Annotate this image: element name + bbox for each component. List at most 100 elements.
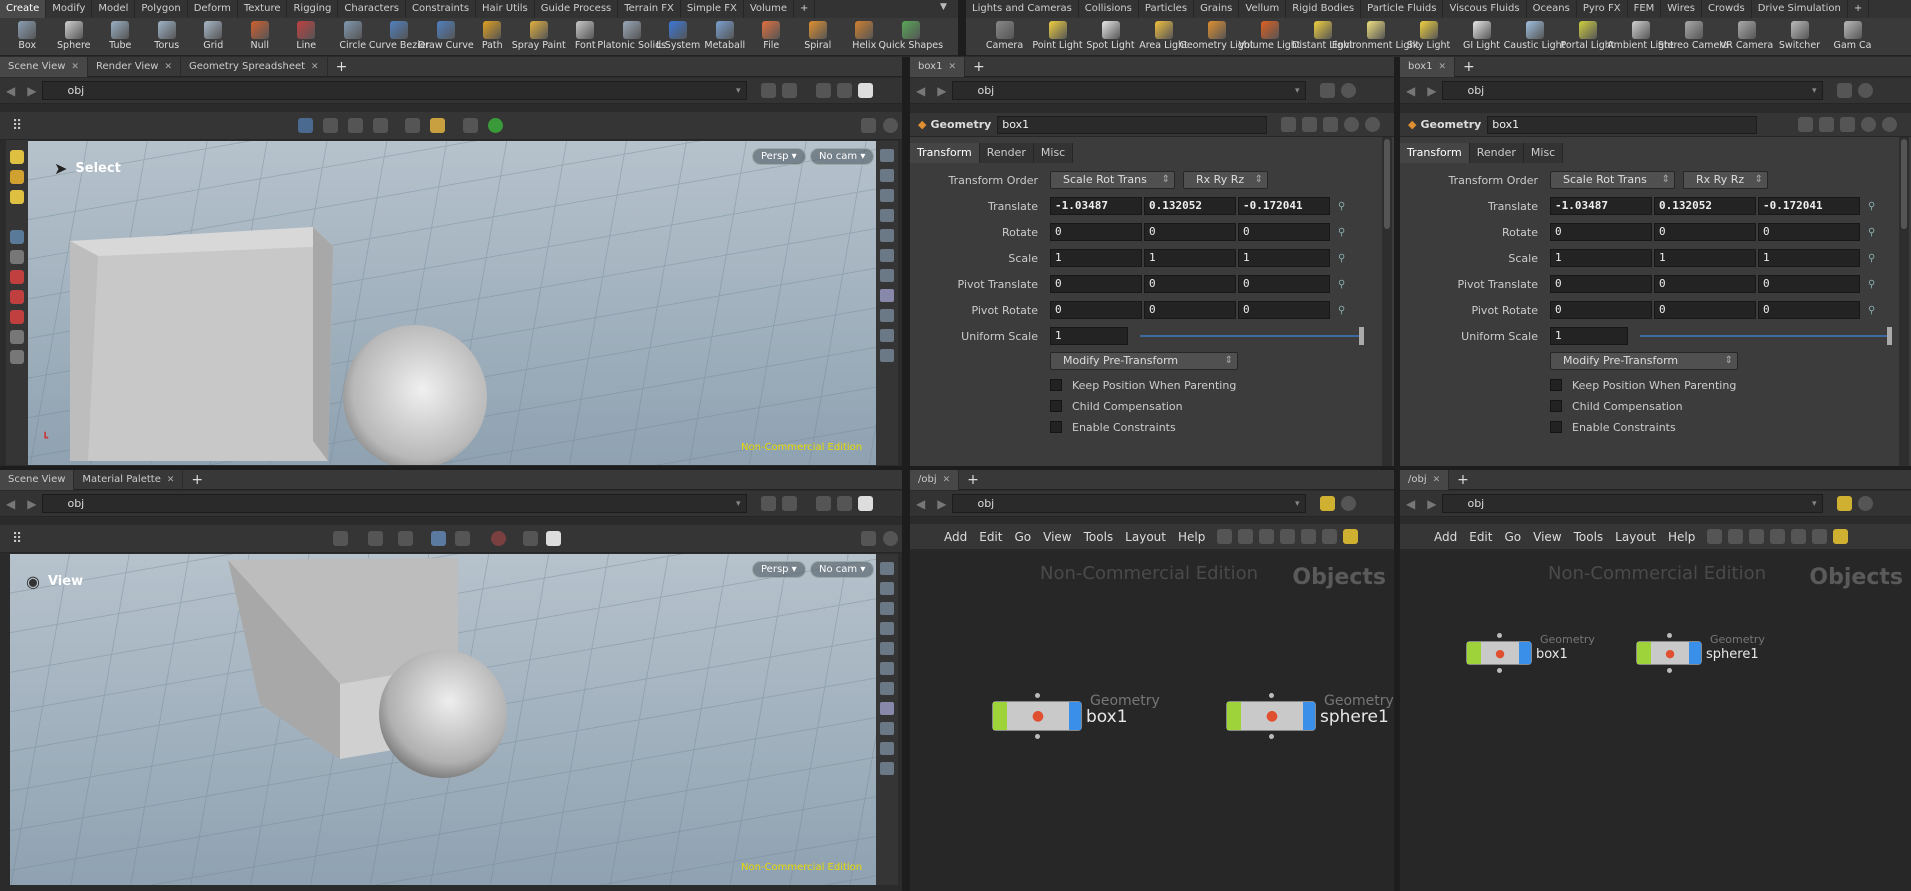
book-icon[interactable] [10,330,24,344]
channel-icon[interactable]: ⚲ [1868,201,1875,212]
uniform-scale-field[interactable]: 1 [1550,327,1628,345]
network-menu-item[interactable]: Go [1008,530,1037,544]
param-value-field[interactable]: 1 [1238,249,1330,267]
param-value-field[interactable]: 0 [1238,301,1330,319]
param-value-field[interactable]: 1 [1758,249,1860,267]
shelf-tab[interactable]: Drive Simulation [1752,0,1848,18]
link-icon[interactable] [1341,83,1357,98]
node-name-label[interactable]: box1 [1536,647,1568,662]
help-icon[interactable] [1882,117,1898,132]
search-icon[interactable] [1840,117,1856,132]
wrench-icon[interactable] [1217,529,1233,544]
tab-scene-view[interactable]: Scene View ✕ [0,56,88,77]
pin-icon[interactable] [1837,496,1853,511]
transform-order-menu[interactable]: Scale Rot Trans [1050,171,1175,189]
uniform-scale-field[interactable]: 1 [1050,327,1128,345]
param-value-field[interactable]: 1 [1550,249,1652,267]
shelf-tool[interactable]: Path [469,18,516,55]
scrollbar[interactable] [1382,137,1392,467]
shelf-tool[interactable]: Grid [190,18,237,55]
scene-viewport[interactable]: ➤ Select Persp ▾ No cam ▾ Non-Commercial … [28,141,876,465]
normals-icon[interactable] [880,349,894,362]
wrench-icon[interactable] [1707,529,1723,544]
camera-icon[interactable] [880,702,894,715]
record-icon[interactable] [491,531,506,546]
path-field[interactable]: obj [952,494,1307,513]
network-view-icon[interactable] [1322,529,1338,544]
channel-icon[interactable]: ⚲ [1868,279,1875,290]
shelf-tool[interactable]: Spot Light [1084,18,1137,55]
forward-arrow-icon[interactable]: ▶ [27,497,36,511]
grid-menu-icon[interactable]: ⠿ [12,531,22,547]
add-tab-icon[interactable]: + [328,59,356,75]
channel-icon[interactable]: ⚲ [1338,279,1345,290]
pose-icon[interactable] [10,270,24,284]
network-menu-item[interactable]: Help [1662,530,1701,544]
shelf-tab[interactable]: Lights and Cameras [966,0,1079,18]
shading-icon[interactable] [880,229,894,242]
gear-icon[interactable] [1281,117,1297,132]
list-icon[interactable] [1259,529,1275,544]
shelf-tab[interactable]: Deform [188,0,238,18]
network-menu-item[interactable]: Edit [1463,530,1498,544]
shelf-tab[interactable]: Characters [338,0,406,18]
param-checkbox[interactable]: Keep Position When Parenting [1050,376,1236,394]
scale-handle-icon[interactable] [368,531,383,546]
shelf-tool[interactable]: Camera [978,18,1031,55]
checkbox-icon[interactable] [1550,400,1562,412]
pin-icon[interactable] [1320,496,1336,511]
network-menu-item[interactable]: Go [1498,530,1527,544]
shading-icon[interactable] [880,642,894,655]
display-options-icon[interactable] [880,562,894,575]
path-field[interactable]: obj [1442,81,1824,100]
shelf-tool[interactable]: Gam Ca [1826,18,1879,55]
brush-icon[interactable] [1302,117,1318,132]
uniform-scale-slider[interactable] [1640,327,1892,345]
wire-icon[interactable] [880,722,894,735]
output-connector[interactable] [1667,668,1672,673]
node-body[interactable]: ● [1226,701,1316,731]
shelf-tab[interactable]: Constraints [406,0,477,18]
checkbox-icon[interactable] [1050,400,1062,412]
param-value-field[interactable]: 0.132052 [1144,197,1236,215]
display-icon[interactable] [816,83,832,98]
network-editor[interactable]: Non-Commercial Edition Objects ● Geometr… [910,551,1394,891]
link-icon[interactable] [1858,496,1874,511]
shelf-tab[interactable]: Simple FX [681,0,744,18]
channel-icon[interactable]: ⚲ [1338,253,1345,264]
close-icon[interactable]: ✕ [943,470,951,490]
param-value-field[interactable]: -0.172041 [1758,197,1860,215]
input-connector[interactable] [1667,633,1672,638]
node-name-field[interactable]: box1 [997,115,1268,134]
tab-scene-view[interactable]: Scene View [0,469,75,490]
back-arrow-icon[interactable]: ◀ [6,497,15,511]
param-value-field[interactable]: 0 [1654,223,1756,241]
modify-pre-transform-menu[interactable]: Modify Pre-Transform [1550,352,1738,370]
tab-render-view[interactable]: Render View ✕ [88,56,182,77]
shelf-tool[interactable]: File [748,18,795,55]
viewport-layout-icon[interactable] [861,531,876,546]
param-value-field[interactable]: 0 [1550,301,1652,319]
param-value-field[interactable]: 0.132052 [1654,197,1756,215]
laser-select-icon[interactable] [373,118,388,133]
transform-order-menu[interactable]: Scale Rot Trans [1550,171,1675,189]
forward-arrow-icon[interactable]: ▶ [1427,497,1436,511]
viewport-layout-icon[interactable] [861,118,876,133]
link-icon[interactable] [1341,496,1357,511]
scrollbar[interactable] [1899,137,1909,467]
maximize-icon[interactable] [858,496,874,511]
back-arrow-icon[interactable]: ◀ [916,84,925,98]
sticky-note-icon[interactable] [1833,529,1849,544]
shelf-tab[interactable]: Particle Fluids [1361,0,1444,18]
link-icon[interactable] [1858,83,1874,98]
checkbox-icon[interactable] [1550,379,1562,391]
shelf-tool[interactable]: Null [237,18,284,55]
shelf-tab[interactable]: Volume [744,0,795,18]
add-shelf-icon[interactable]: + [1848,0,1870,18]
output-connector[interactable] [1035,734,1040,739]
node-body[interactable]: ● [992,701,1082,731]
shelf-tab[interactable]: Terrain FX [618,0,681,18]
shelf-tab[interactable]: Viscous Fluids [1443,0,1527,18]
link-icon[interactable] [782,496,798,511]
light-icon[interactable] [837,83,853,98]
